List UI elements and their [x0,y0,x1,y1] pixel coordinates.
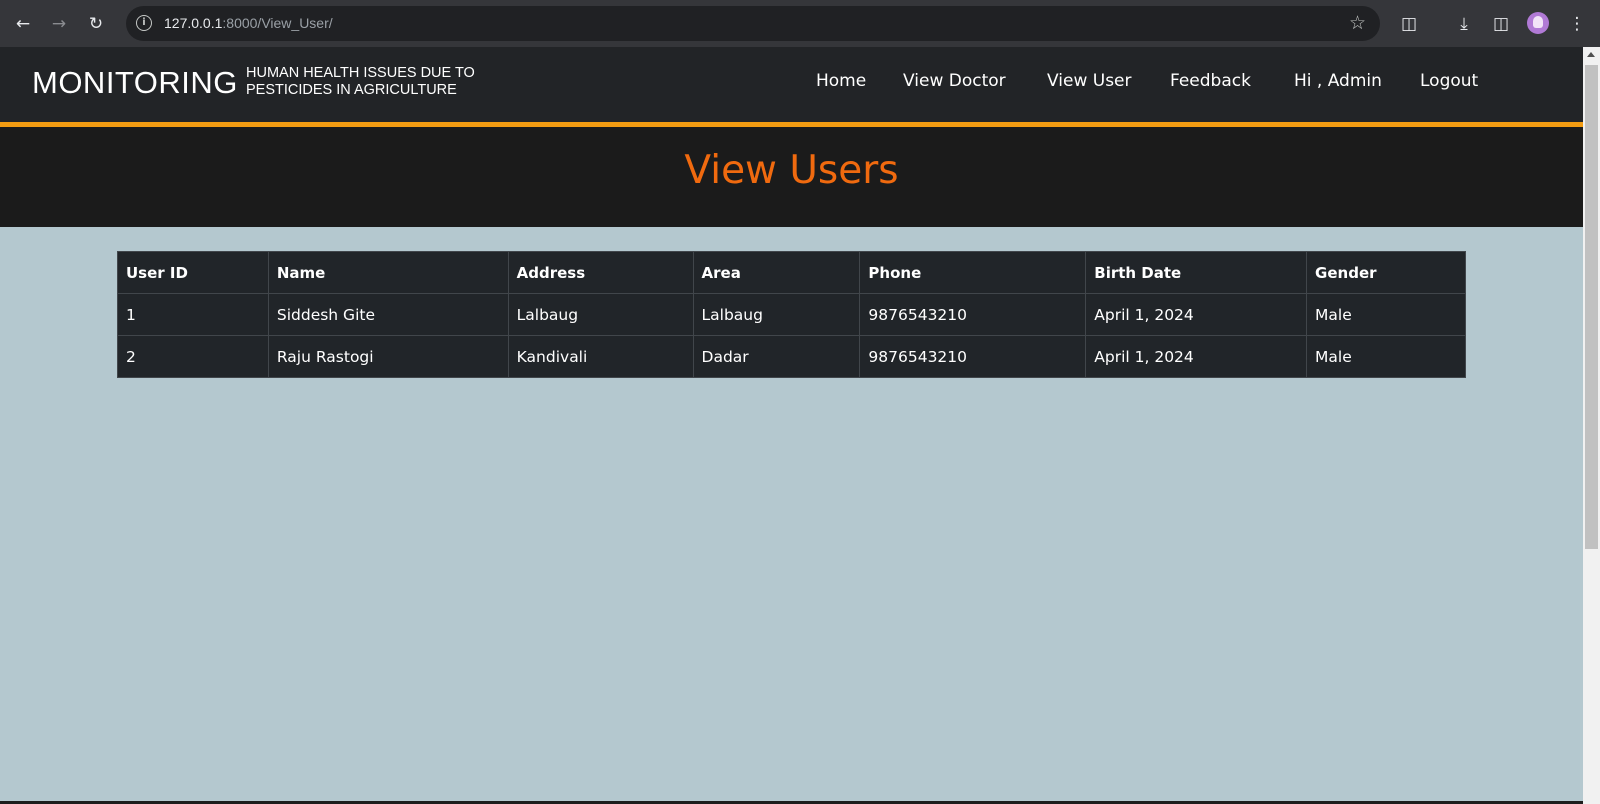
page-title-band: View Users [0,127,1583,227]
download-icon[interactable]: ⤓ [1451,11,1477,37]
site-info-icon[interactable]: i [136,15,152,31]
page-scrollbar[interactable] [1583,47,1600,804]
nav-feedback[interactable]: Feedback [1170,71,1251,91]
cell-birth-date: April 1, 2024 [1085,335,1308,378]
nav-view-doctor[interactable]: View Doctor [903,71,1006,91]
header-address: Address [507,251,694,294]
header-gender: Gender [1306,251,1466,294]
reload-icon[interactable]: ↻ [82,10,110,38]
forward-arrow-icon[interactable]: → [45,10,73,38]
cell-birth-date: April 1, 2024 [1085,293,1308,336]
brand-logo-text[interactable]: MONITORING [32,65,238,101]
menu-dots-icon[interactable]: ⋮ [1564,11,1590,37]
scroll-up-arrow-icon[interactable] [1587,52,1595,57]
cell-address: Kandivali [507,335,694,378]
page-title: View Users [684,148,899,193]
cell-gender: Male [1306,293,1466,336]
cell-phone: 9876543210 [859,293,1087,336]
header-area: Area [692,251,861,294]
cell-name: Siddesh Gite [267,293,509,336]
nav-greeting[interactable]: Hi , Admin [1294,71,1382,91]
url-text[interactable]: 127.0.0.1:8000/View_User/ [164,15,333,31]
profile-avatar-icon[interactable] [1527,12,1549,34]
users-table: User ID Name Address Area Phone Birth Da… [117,251,1466,378]
cell-area: Lalbaug [692,293,861,336]
tagline-line-1: HUMAN HEALTH ISSUES DUE TO [246,65,475,81]
header-phone: Phone [859,251,1087,294]
url-path: :8000/View_User/ [222,15,333,31]
header-birth-date: Birth Date [1085,251,1308,294]
bookmark-star-icon[interactable]: ☆ [1349,12,1366,34]
cell-area: Dadar [692,335,861,378]
nav-view-user[interactable]: View User [1047,71,1132,91]
cell-phone: 9876543210 [859,335,1087,378]
nav-home[interactable]: Home [816,71,866,91]
nav-logout[interactable]: Logout [1420,71,1478,91]
url-host: 127.0.0.1 [164,15,223,31]
cell-user-id: 1 [117,293,269,336]
extensions-icon[interactable]: ◫ [1396,11,1422,37]
scrollbar-thumb[interactable] [1585,65,1598,549]
cell-gender: Male [1306,335,1466,378]
cell-user-id: 2 [117,335,269,378]
browser-toolbar: ← → ↻ i 127.0.0.1:8000/View_User/ ☆ ◫ ⤓ … [0,0,1600,47]
cell-address: Lalbaug [507,293,694,336]
header-name: Name [267,251,509,294]
table-row: 2 Raju Rastogi Kandivali Dadar 987654321… [117,335,1466,378]
site-header: MONITORING HUMAN HEALTH ISSUES DUE TO PE… [0,47,1583,127]
header-user-id: User ID [117,251,269,294]
address-bar[interactable]: i 127.0.0.1:8000/View_User/ ☆ [126,6,1380,41]
table-row: 1 Siddesh Gite Lalbaug Lalbaug 987654321… [117,293,1466,336]
brand-tagline: HUMAN HEALTH ISSUES DUE TO PESTICIDES IN… [246,65,475,99]
side-panel-icon[interactable]: ◫ [1488,11,1514,37]
back-arrow-icon[interactable]: ← [9,10,37,38]
table-header-row: User ID Name Address Area Phone Birth Da… [117,251,1466,294]
tagline-line-2: PESTICIDES IN AGRICULTURE [246,82,457,98]
cell-name: Raju Rastogi [267,335,509,378]
